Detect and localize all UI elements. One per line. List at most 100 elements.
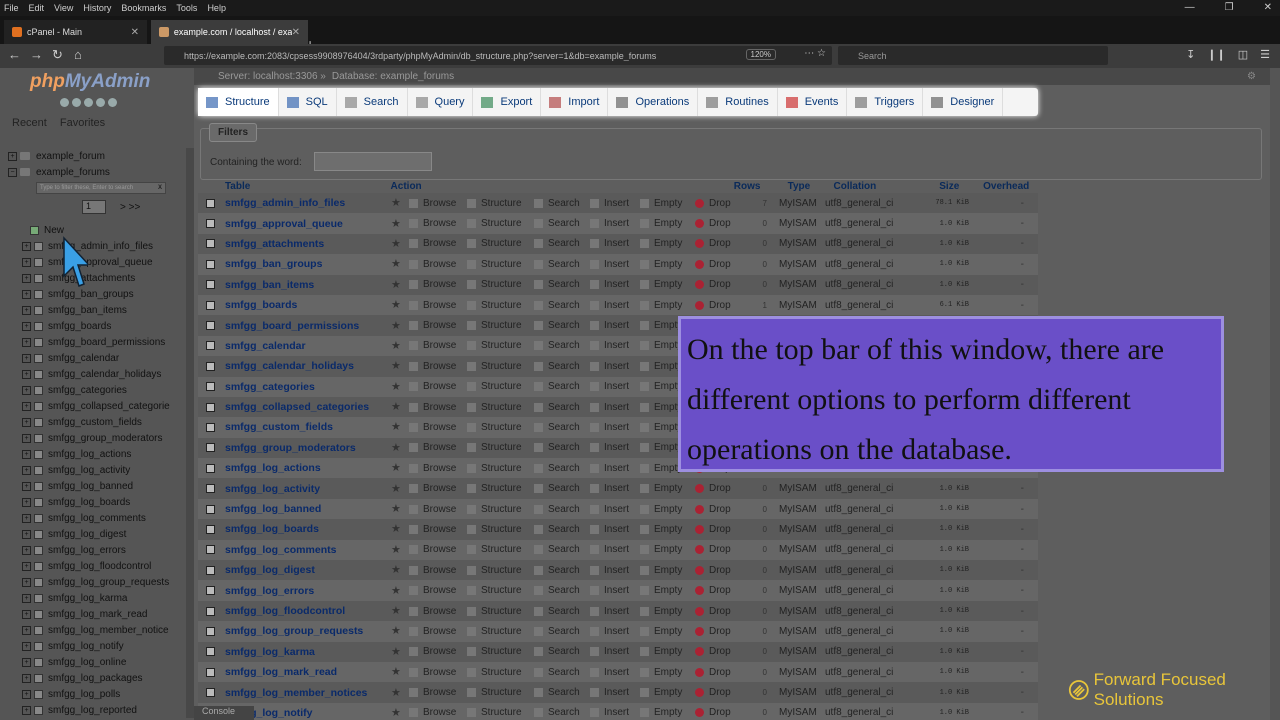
console-toggle[interactable]: Console bbox=[194, 706, 254, 720]
menu-edit[interactable]: Edit bbox=[29, 3, 45, 13]
breadcrumb-server[interactable]: Server: localhost:3306 » bbox=[218, 71, 326, 82]
browse-action[interactable]: Browse bbox=[409, 463, 461, 474]
structure-action[interactable]: Structure bbox=[467, 646, 528, 657]
structure-action[interactable]: Structure bbox=[467, 422, 528, 433]
settings-icon[interactable] bbox=[96, 98, 105, 107]
row-checkbox[interactable] bbox=[206, 688, 215, 698]
search-action[interactable]: Search bbox=[534, 606, 584, 617]
insert-action[interactable]: Insert bbox=[590, 667, 634, 678]
next-page-link[interactable]: > >> bbox=[120, 202, 140, 213]
favorite-star-icon[interactable]: ★ bbox=[391, 565, 401, 576]
structure-action[interactable]: Structure bbox=[467, 504, 528, 515]
expand-icon[interactable]: + bbox=[22, 449, 31, 459]
expand-icon[interactable]: + bbox=[22, 433, 31, 443]
tree-table-item[interactable]: + smfgg_custom_fields bbox=[8, 414, 190, 430]
back-icon[interactable]: ← bbox=[8, 47, 21, 62]
table-name-link[interactable]: smfgg_log_banned bbox=[225, 503, 391, 515]
browse-action[interactable]: Browse bbox=[409, 259, 461, 270]
empty-action[interactable]: Empty bbox=[640, 626, 689, 637]
row-checkbox[interactable] bbox=[206, 300, 215, 310]
menu-bookmarks[interactable]: Bookmarks bbox=[121, 3, 166, 13]
search-action[interactable]: Search bbox=[534, 483, 584, 494]
tree-table-item[interactable]: + smfgg_log_mark_read bbox=[8, 606, 190, 622]
expand-icon[interactable]: + bbox=[22, 545, 31, 555]
structure-action[interactable]: Structure bbox=[467, 606, 528, 617]
insert-action[interactable]: Insert bbox=[590, 606, 634, 617]
search-action[interactable]: Search bbox=[534, 626, 584, 637]
download-icon[interactable]: ↧ bbox=[1186, 48, 1195, 61]
expand-icon[interactable]: + bbox=[22, 561, 31, 571]
tree-table-item[interactable]: + smfgg_log_online bbox=[8, 654, 190, 670]
table-name-link[interactable]: smfgg_log_member_notices bbox=[225, 687, 391, 699]
favorites-link[interactable]: Favorites bbox=[60, 117, 105, 129]
favorite-star-icon[interactable]: ★ bbox=[391, 442, 401, 453]
structure-action[interactable]: Structure bbox=[467, 279, 528, 290]
structure-action[interactable]: Structure bbox=[467, 238, 528, 249]
insert-action[interactable]: Insert bbox=[590, 585, 634, 596]
recent-link[interactable]: Recent bbox=[12, 117, 47, 129]
tree-table-item[interactable]: + smfgg_attachments bbox=[8, 270, 190, 286]
browse-action[interactable]: Browse bbox=[409, 340, 461, 351]
insert-action[interactable]: Insert bbox=[590, 544, 634, 555]
insert-action[interactable]: Insert bbox=[590, 259, 634, 270]
empty-action[interactable]: Empty bbox=[640, 565, 689, 576]
row-checkbox[interactable] bbox=[206, 667, 215, 677]
tab-search[interactable]: Search bbox=[337, 88, 408, 116]
drop-action[interactable]: Drop bbox=[695, 646, 735, 657]
favorite-star-icon[interactable]: ★ bbox=[391, 646, 401, 657]
expand-icon[interactable]: + bbox=[22, 369, 31, 379]
structure-action[interactable]: Structure bbox=[467, 585, 528, 596]
search-action[interactable]: Search bbox=[534, 707, 584, 718]
insert-action[interactable]: Insert bbox=[590, 687, 634, 698]
browse-action[interactable]: Browse bbox=[409, 238, 461, 249]
menu-view[interactable]: View bbox=[54, 3, 73, 13]
empty-action[interactable]: Empty bbox=[640, 524, 689, 535]
expand-icon[interactable]: + bbox=[22, 417, 31, 427]
reload-icon[interactable]: ↻ bbox=[52, 47, 63, 63]
expand-icon[interactable]: + bbox=[8, 151, 17, 161]
col-overhead-header[interactable]: Overhead bbox=[983, 181, 1038, 192]
browse-action[interactable]: Browse bbox=[409, 626, 461, 637]
favorite-star-icon[interactable]: ★ bbox=[391, 259, 401, 270]
empty-action[interactable]: Empty bbox=[640, 300, 689, 311]
row-checkbox[interactable] bbox=[206, 504, 215, 514]
table-size[interactable]: 1.0 KiB bbox=[929, 260, 969, 268]
browse-action[interactable]: Browse bbox=[409, 667, 461, 678]
favorite-star-icon[interactable]: ★ bbox=[391, 300, 401, 311]
empty-action[interactable]: Empty bbox=[640, 198, 689, 209]
tree-table-item[interactable]: + smfgg_log_floodcontrol bbox=[8, 558, 190, 574]
favorite-star-icon[interactable]: ★ bbox=[391, 279, 401, 290]
tab-close-icon[interactable]: ✕ bbox=[131, 27, 139, 38]
tab-routines[interactable]: Routines bbox=[698, 88, 778, 116]
menu-help[interactable]: Help bbox=[207, 3, 226, 13]
favorite-star-icon[interactable]: ★ bbox=[391, 524, 401, 535]
row-checkbox[interactable] bbox=[206, 321, 215, 331]
favorite-star-icon[interactable]: ★ bbox=[391, 198, 401, 209]
expand-icon[interactable]: + bbox=[22, 481, 31, 491]
row-checkbox[interactable] bbox=[206, 647, 215, 657]
empty-action[interactable]: Empty bbox=[640, 259, 689, 270]
table-name-link[interactable]: smfgg_attachments bbox=[225, 238, 391, 250]
row-checkbox[interactable] bbox=[206, 524, 215, 534]
expand-icon[interactable]: + bbox=[22, 593, 31, 603]
drop-action[interactable]: Drop bbox=[695, 585, 735, 596]
empty-action[interactable]: Empty bbox=[640, 218, 689, 229]
table-filter-input[interactable]: Type to filter these, Enter to search X bbox=[36, 182, 166, 194]
browse-action[interactable]: Browse bbox=[409, 524, 461, 535]
tab-export[interactable]: Export bbox=[473, 88, 542, 116]
search-action[interactable]: Search bbox=[534, 279, 584, 290]
expand-icon[interactable]: + bbox=[22, 673, 31, 683]
page-select[interactable]: 1 bbox=[82, 200, 106, 214]
tab-import[interactable]: Import bbox=[541, 88, 609, 116]
drop-action[interactable]: Drop bbox=[695, 504, 735, 515]
tree-table-item[interactable]: + smfgg_log_group_requests bbox=[8, 574, 190, 590]
tab-query[interactable]: Query bbox=[408, 88, 474, 116]
structure-action[interactable]: Structure bbox=[467, 707, 528, 718]
search-action[interactable]: Search bbox=[534, 340, 584, 351]
tab-designer[interactable]: Designer bbox=[923, 88, 1004, 116]
table-size[interactable]: 1.0 KiB bbox=[929, 709, 969, 717]
browse-action[interactable]: Browse bbox=[409, 320, 461, 331]
reload-icon[interactable] bbox=[108, 98, 117, 107]
structure-action[interactable]: Structure bbox=[467, 361, 528, 372]
tree-table-item[interactable]: + smfgg_collapsed_categorie bbox=[8, 398, 190, 414]
